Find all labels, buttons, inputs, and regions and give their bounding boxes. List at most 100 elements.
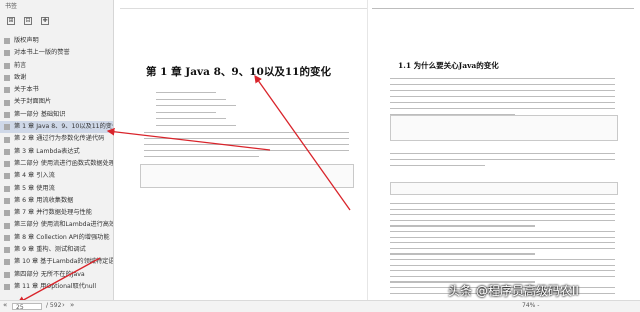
sidebar-item[interactable]: 第 3 章 Lambda表达式 — [0, 146, 113, 158]
bookmark-icon — [4, 148, 10, 155]
bookmark-icon — [4, 50, 10, 57]
expand-all-icon[interactable]: ⊞ — [7, 17, 15, 25]
sidebar-item-label: 第一部分 基础知识 — [14, 110, 66, 118]
sidebar-item-label: 第 2 章 通过行为参数化传递代码 — [14, 135, 105, 143]
page-header-rule — [120, 8, 367, 10]
text-line — [390, 208, 615, 210]
text-line — [390, 247, 615, 249]
sidebar-item-label: 第四部分 无所不在的Java — [14, 270, 85, 278]
text-line — [144, 156, 259, 158]
text-line — [390, 159, 615, 161]
status-bar: « 25 / 592 › » 74% - — [0, 300, 640, 312]
sidebar-item-label: 第三部分 使用流和Lambda进行高效编程 — [14, 221, 113, 229]
sidebar-item-label: 第 9 章 重构、测试和调试 — [14, 246, 86, 254]
watermark-text: 头条 @程序员高级码农II — [448, 284, 579, 298]
sidebar-item[interactable]: 第三部分 使用流和Lambda进行高效编程 — [0, 219, 113, 231]
text-line — [156, 98, 226, 100]
text-line — [390, 96, 615, 98]
bookmark-icon — [4, 161, 10, 168]
sidebar-item-label: 版权声明 — [14, 37, 39, 44]
last-page-icon[interactable]: » — [70, 301, 74, 309]
bookmark-icon — [4, 185, 10, 192]
text-line — [390, 90, 615, 92]
sidebar-item-label: 第 6 章 用流收集数据 — [14, 196, 74, 204]
bookmark-icon — [4, 38, 10, 45]
sidebar-item-label: 第 5 章 使用流 — [14, 184, 55, 192]
sidebar-item[interactable]: 第 11 章 用Optional取代null — [0, 281, 113, 293]
sidebar-item[interactable]: 第四部分 无所不在的Java — [0, 269, 113, 281]
sidebar-item[interactable]: 第二部分 使用流进行函数式数据处理 — [0, 158, 113, 170]
quote-box — [140, 164, 354, 188]
next-page-icon[interactable]: › — [62, 301, 65, 309]
bookmark-icon — [4, 87, 10, 94]
bookmark-icon — [4, 99, 10, 106]
sidebar-item[interactable]: 关于封面图片 — [0, 96, 113, 108]
first-page-icon[interactable]: « — [3, 301, 7, 309]
bookmark-icon — [4, 234, 10, 241]
text-line — [390, 84, 615, 86]
text-line — [144, 138, 349, 140]
sidebar-item-label: 关于封面图片 — [14, 98, 52, 106]
text-line — [144, 144, 349, 146]
text-line — [390, 78, 615, 80]
sidebar-item-label: 第 8 章 Collection API的增强功能 — [14, 233, 110, 241]
sidebar-item[interactable]: 第一部分 基础知识 — [0, 109, 113, 121]
text-line — [390, 275, 615, 277]
bookmark-icon — [4, 173, 10, 180]
document-page-right: 1.1 为什么要关心Java的变化 — [372, 0, 634, 300]
sidebar-item[interactable]: 前言 — [0, 60, 113, 72]
sidebar-item-label: 第 1 章 Java 8、9、10以及11的变化 — [14, 123, 113, 131]
sidebar-toolbar: ⊞ ⊟ ✚ — [0, 14, 113, 28]
bookmark-icon — [4, 75, 10, 82]
sidebar-item[interactable]: 第 9 章 重构、测试和调试 — [0, 244, 113, 256]
sidebar-item[interactable]: 第 5 章 使用流 — [0, 183, 113, 195]
text-line — [390, 242, 615, 244]
text-line — [156, 111, 216, 113]
bookmark-add-icon[interactable]: ✚ — [41, 17, 49, 25]
text-line — [390, 165, 485, 167]
sidebar-item[interactable]: 第 8 章 Collection API的增强功能 — [0, 232, 113, 244]
sidebar-item[interactable]: 第 4 章 引入流 — [0, 170, 113, 182]
sidebar-item-label: 前言 — [14, 61, 27, 69]
text-line — [390, 214, 615, 216]
bookmark-icon — [4, 259, 10, 266]
sidebar-item[interactable]: 第 10 章 基于Lambda的领域特定语言 — [0, 256, 113, 268]
sidebar-title: 书签 — [5, 3, 18, 10]
text-line — [156, 124, 236, 126]
sidebar-item-label: 对本书上一版的赞誉 — [14, 49, 70, 57]
text-line — [372, 8, 634, 10]
text-line — [390, 102, 615, 104]
text-line — [390, 270, 615, 272]
page-total: / 592 — [46, 302, 62, 309]
sidebar-item[interactable]: 第 7 章 并行数据处理与性能 — [0, 207, 113, 219]
sidebar-item-label: 第 4 章 引入流 — [14, 172, 55, 180]
code-block — [390, 182, 618, 195]
sidebar-item[interactable]: 第 2 章 通过行为参数化传递代码 — [0, 133, 113, 145]
page-number-input[interactable]: 25 — [12, 302, 42, 311]
sidebar-item-label: 第 7 章 并行数据处理与性能 — [14, 209, 92, 217]
bookmark-icon — [4, 62, 10, 69]
sidebar-item-label: 第 3 章 Lambda表达式 — [14, 147, 80, 155]
text-line — [390, 253, 535, 255]
sidebar-item[interactable]: 第 1 章 Java 8、9、10以及11的变化 — [0, 121, 113, 134]
sidebar-item[interactable]: 关于本书 — [0, 84, 113, 96]
text-line — [390, 259, 615, 261]
text-line — [390, 264, 615, 266]
text-line — [390, 225, 535, 227]
text-line — [390, 231, 615, 233]
sidebar-item[interactable]: 第 6 章 用流收集数据 — [0, 195, 113, 207]
bookmark-list: 版权声明对本书上一版的赞誉 前言致谢关于本书关于封面图片第一部分 基础知识第 1 … — [0, 35, 113, 293]
sidebar-item[interactable]: 致谢 — [0, 72, 113, 84]
bookmark-icon — [4, 136, 10, 143]
bookmarks-sidebar: 书签 ⊞ ⊟ ✚ 版权声明对本书上一版的赞誉 前言致谢关于本书关于封面图片第一部分… — [0, 0, 114, 311]
text-line — [156, 92, 216, 94]
text-line — [144, 132, 349, 134]
sidebar-item-label: 致谢 — [14, 73, 27, 81]
sidebar-item-label: 第 10 章 基于Lambda的领域特定语言 — [14, 258, 113, 266]
zoom-level[interactable]: 74% - — [522, 302, 539, 309]
sidebar-item[interactable]: 对本书上一版的赞誉 — [0, 47, 113, 59]
sidebar-item-label: 第二部分 使用流进行函数式数据处理 — [14, 159, 113, 167]
collapse-all-icon[interactable]: ⊟ — [24, 17, 32, 25]
sidebar-item-label: 第 11 章 用Optional取代null — [14, 282, 97, 290]
sidebar-item[interactable]: 版权声明 — [0, 35, 113, 47]
